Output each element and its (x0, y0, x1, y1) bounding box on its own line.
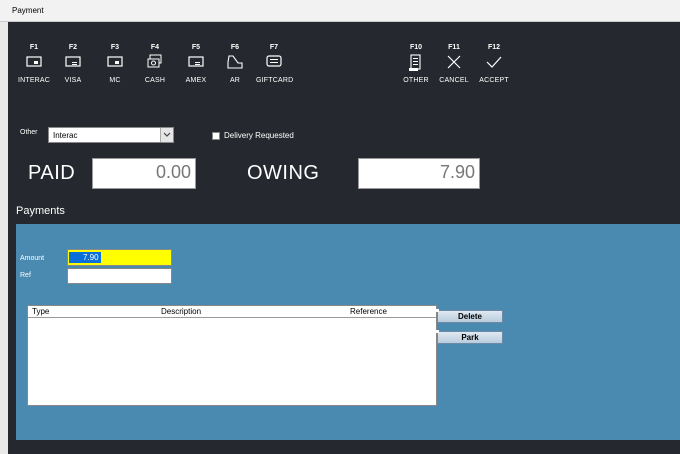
other-payment-select[interactable]: Interac (48, 127, 174, 143)
delivery-requested-checkbox[interactable] (212, 132, 220, 140)
f7-giftcard-button[interactable]: F7 GIFTCARD (256, 44, 294, 84)
fkey-label: CANCEL (439, 77, 469, 84)
payments-header: Payments (16, 205, 65, 217)
card-stripe-icon (55, 54, 91, 74)
card-stripe-icon (178, 54, 214, 74)
fkey-label: ACCEPT (479, 77, 509, 84)
giftcard-icon (256, 54, 292, 74)
payments-grid-header: Type Description Reference (28, 306, 436, 318)
owing-label: OWING (247, 162, 320, 184)
account-icon (217, 54, 253, 74)
fkey-label: MC (109, 77, 121, 84)
f3-mc-button[interactable]: F3 MC (97, 44, 133, 84)
fkey-label: OTHER (403, 77, 429, 84)
fkey-label: AMEX (185, 77, 207, 84)
window-left-edge (0, 22, 8, 454)
fkey-code: F6 (230, 44, 240, 51)
f11-cancel-button[interactable]: F11 CANCEL (436, 44, 472, 84)
fkey-code: F7 (269, 44, 279, 51)
amount-input[interactable]: 7.90 (67, 249, 172, 266)
cash-icon (137, 54, 173, 74)
f6-ar-button[interactable]: F6 AR (217, 44, 253, 84)
payments-grid[interactable]: Type Description Reference (27, 305, 437, 406)
owing-amount-value: 7.90 (439, 162, 475, 182)
x-icon (436, 54, 472, 74)
ref-label: Ref (20, 272, 31, 279)
owing-amount-field: 7.90 (358, 158, 480, 189)
delivery-requested-label: Delivery Requested (224, 131, 294, 140)
card-chip-icon (97, 54, 133, 74)
card-chip-icon (16, 54, 52, 74)
fkey-code: F10 (409, 44, 423, 51)
f10-other-button[interactable]: F10 OTHER (398, 44, 434, 84)
column-type[interactable]: Type (32, 307, 49, 316)
paid-amount-field: 0.00 (92, 158, 196, 189)
other-selected-value: Interac (53, 131, 78, 140)
f12-accept-button[interactable]: F12 ACCEPT (476, 44, 512, 84)
other-payment-icon (398, 54, 434, 74)
fkey-label: GIFTCARD (256, 77, 294, 84)
amount-value: 7.90 (69, 252, 101, 263)
fkey-code: F12 (487, 44, 501, 51)
f4-cash-button[interactable]: F4 CASH (137, 44, 173, 84)
fkey-label: CASH (144, 77, 166, 84)
paid-label: PAID (28, 162, 76, 184)
chevron-down-icon[interactable] (160, 128, 173, 142)
park-button[interactable]: Park (436, 330, 503, 344)
fkey-code: F2 (68, 44, 78, 51)
other-label: Other (20, 129, 38, 136)
window-titlebar: Payment (0, 0, 680, 22)
fkey-label: INTERAC (17, 77, 51, 84)
paid-amount-value: 0.00 (155, 162, 191, 182)
f1-interac-button[interactable]: F1 INTERAC (16, 44, 52, 84)
fkey-code: F3 (110, 44, 120, 51)
fkey-code: F11 (448, 44, 460, 51)
amount-label: Amount (20, 255, 45, 262)
ref-input[interactable] (67, 268, 172, 284)
delete-button[interactable]: Delete (436, 309, 503, 323)
f5-amex-button[interactable]: F5 AMEX (178, 44, 214, 84)
f2-visa-button[interactable]: F2 VISA (55, 44, 91, 84)
window-title: Payment (12, 6, 44, 15)
fkey-code: F5 (191, 44, 201, 51)
fkey-code: F1 (29, 44, 39, 51)
fkey-label: AR (229, 77, 241, 84)
fkey-label: VISA (64, 77, 82, 84)
check-icon (476, 54, 512, 74)
fkey-code: F4 (150, 44, 160, 51)
column-description[interactable]: Description (161, 307, 201, 316)
column-reference[interactable]: Reference (350, 307, 387, 316)
